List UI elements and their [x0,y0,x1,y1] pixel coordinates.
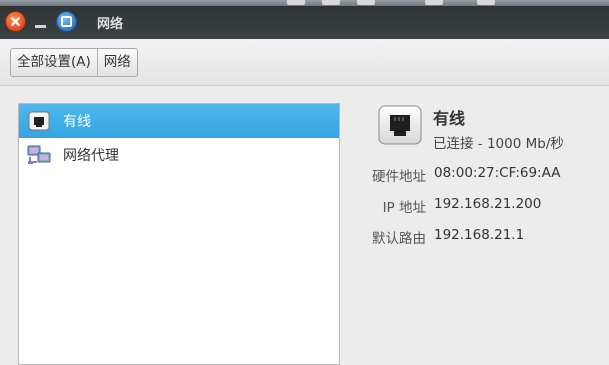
hardware-address-value: 08:00:27:CF:69:AA [434,165,561,181]
window-titlebar[interactable]: 网络 [0,6,609,39]
maximize-button[interactable] [56,11,77,32]
ip-address-value: 192.168.21.200 [434,196,542,212]
close-button[interactable] [5,11,26,32]
minimize-icon [34,25,46,28]
all-settings-button[interactable]: 全部设置(A) [11,49,97,76]
tray-icon[interactable] [477,0,495,5]
tray-icon[interactable] [425,0,443,5]
network-proxy-icon [27,144,51,166]
device-name: 有线 [433,109,466,128]
tray-icon[interactable] [287,0,305,5]
device-list: 有线 网络代理 [18,103,340,365]
toolbar: 全部设置(A) 网络 [0,39,609,86]
breadcrumb-network[interactable]: 网络 [96,49,137,76]
close-icon [10,16,21,27]
ip-address-label: IP 地址 [382,200,426,216]
sidebar-item-network-proxy[interactable]: 网络代理 [19,138,339,172]
ethernet-icon [27,110,51,132]
hardware-address-label: 硬件地址 [372,169,426,185]
window-title: 网络 [97,17,124,32]
maximize-icon [61,16,72,27]
default-route-label: 默认路由 [372,231,426,247]
tray-icon[interactable] [357,0,375,5]
connection-status: 已连接 - 1000 Mb/秒 [433,136,564,152]
tray-icon[interactable] [322,0,340,5]
sidebar-item-wired[interactable]: 有线 [19,104,339,138]
ethernet-icon [377,105,423,145]
breadcrumb: 全部设置(A) 网络 [10,48,138,77]
sidebar-item-label: 网络代理 [63,148,119,164]
minimize-button[interactable] [32,11,48,32]
default-route-value: 192.168.21.1 [434,227,525,243]
sidebar-item-label: 有线 [63,114,91,130]
